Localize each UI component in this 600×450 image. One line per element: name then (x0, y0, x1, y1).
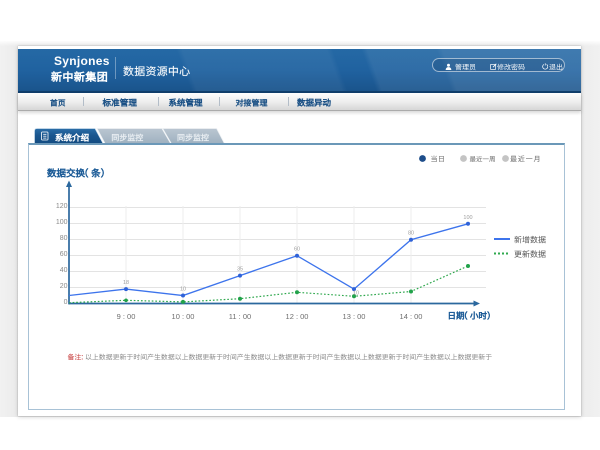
svg-text:18: 18 (123, 280, 129, 286)
svg-text:14 : 00: 14 : 00 (400, 312, 423, 321)
svg-text:100: 100 (56, 219, 68, 226)
svg-text:60: 60 (60, 251, 68, 258)
svg-text:0: 0 (64, 299, 68, 306)
svg-text:12 : 00: 12 : 00 (286, 312, 309, 321)
svg-text:10: 10 (180, 287, 186, 293)
svg-text:80: 80 (408, 231, 414, 237)
svg-text:35: 35 (237, 267, 243, 273)
svg-text:80: 80 (60, 235, 68, 242)
svg-text:40: 40 (60, 267, 68, 274)
svg-text:10: 10 (353, 291, 359, 297)
svg-text:10 : 00: 10 : 00 (172, 312, 195, 321)
svg-text:13 : 00: 13 : 00 (343, 312, 366, 321)
svg-text:20: 20 (60, 283, 68, 290)
svg-text:100: 100 (463, 215, 472, 221)
svg-text:9 : 00: 9 : 00 (117, 312, 136, 321)
svg-text:60: 60 (294, 247, 300, 253)
svg-text:11 : 00: 11 : 00 (229, 312, 251, 321)
svg-text:120: 120 (56, 203, 68, 210)
